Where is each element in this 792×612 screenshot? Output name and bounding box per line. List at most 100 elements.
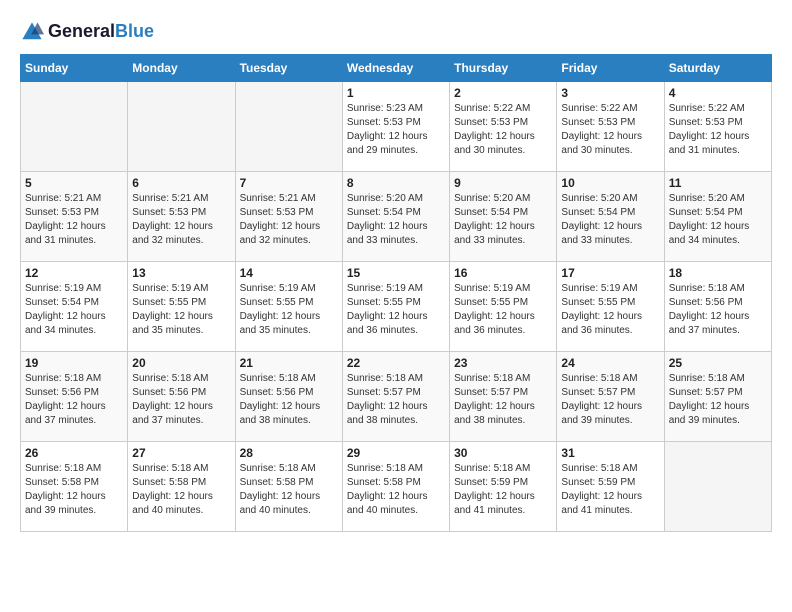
calendar-day-cell: 5 Sunrise: 5:21 AMSunset: 5:53 PMDaylight…	[21, 172, 128, 262]
day-number: 14	[240, 266, 338, 280]
day-number: 12	[25, 266, 123, 280]
day-info: Sunrise: 5:18 AMSunset: 5:59 PMDaylight:…	[454, 462, 552, 518]
day-info: Sunrise: 5:21 AMSunset: 5:53 PMDaylight:…	[132, 192, 230, 248]
calendar-day-cell: 17Sunrise: 5:19 AMSunset: 5:55 PMDayligh…	[557, 262, 664, 352]
day-info: Sunrise: 5:20 AMSunset: 5:54 PMDaylight:…	[347, 192, 445, 248]
day-info: Sunrise: 5:18 AMSunset: 5:57 PMDaylight:…	[454, 372, 552, 428]
calendar-week-row: 1Sunrise: 5:23 AMSunset: 5:53 PMDaylight…	[21, 82, 772, 172]
day-info: Sunrise: 5:18 AMSunset: 5:56 PMDaylight:…	[25, 372, 123, 428]
calendar-day-cell: 10 Sunrise: 5:20 AMSunset: 5:54 PMDayligh…	[557, 172, 664, 262]
calendar-day-cell: 7 Sunrise: 5:21 AMSunset: 5:53 PMDaylight…	[235, 172, 342, 262]
calendar-day-cell: 6 Sunrise: 5:21 AMSunset: 5:53 PMDaylight…	[128, 172, 235, 262]
calendar-day-header: Sunday	[21, 55, 128, 82]
day-info: Sunrise: 5:18 AMSunset: 5:56 PMDaylight:…	[240, 372, 338, 428]
day-number: 30	[454, 446, 552, 460]
calendar-day-cell: 25Sunrise: 5:18 AMSunset: 5:57 PMDayligh…	[664, 352, 771, 442]
calendar-day-cell: 12 Sunrise: 5:19 AMSunset: 5:54 PMDayligh…	[21, 262, 128, 352]
calendar-day-cell: 27 Sunrise: 5:18 AMSunset: 5:58 PMDayligh…	[128, 442, 235, 532]
day-info: Sunrise: 5:18 AMSunset: 5:58 PMDaylight:…	[132, 462, 230, 518]
day-number: 29	[347, 446, 445, 460]
day-info: Sunrise: 5:19 AMSunset: 5:55 PMDaylight:…	[240, 282, 338, 338]
day-number: 5	[25, 176, 123, 190]
day-info: Sunrise: 5:20 AMSunset: 5:54 PMDaylight:…	[669, 192, 767, 248]
calendar-day-cell: 14 Sunrise: 5:19 AMSunset: 5:55 PMDayligh…	[235, 262, 342, 352]
day-number: 27	[132, 446, 230, 460]
day-number: 6	[132, 176, 230, 190]
day-number: 28	[240, 446, 338, 460]
day-number: 25	[669, 356, 767, 370]
day-number: 9	[454, 176, 552, 190]
day-info: Sunrise: 5:18 AMSunset: 5:56 PMDaylight:…	[669, 282, 767, 338]
day-number: 26	[25, 446, 123, 460]
calendar-day-header: Friday	[557, 55, 664, 82]
calendar-day-cell	[128, 82, 235, 172]
day-info: Sunrise: 5:22 AMSunset: 5:53 PMDaylight:…	[454, 102, 552, 158]
calendar-week-row: 19 Sunrise: 5:18 AMSunset: 5:56 PMDayligh…	[21, 352, 772, 442]
calendar-day-cell: 29 Sunrise: 5:18 AMSunset: 5:58 PMDayligh…	[342, 442, 449, 532]
day-number: 13	[132, 266, 230, 280]
day-number: 19	[25, 356, 123, 370]
day-info: Sunrise: 5:18 AMSunset: 5:58 PMDaylight:…	[240, 462, 338, 518]
calendar-day-cell: 8 Sunrise: 5:20 AMSunset: 5:54 PMDaylight…	[342, 172, 449, 262]
day-info: Sunrise: 5:19 AMSunset: 5:55 PMDaylight:…	[561, 282, 659, 338]
calendar-day-cell: 19 Sunrise: 5:18 AMSunset: 5:56 PMDayligh…	[21, 352, 128, 442]
day-number: 2	[454, 86, 552, 100]
calendar-day-cell: 1Sunrise: 5:23 AMSunset: 5:53 PMDaylight…	[342, 82, 449, 172]
page-header: GeneralBlue	[20, 20, 772, 44]
day-info: Sunrise: 5:18 AMSunset: 5:56 PMDaylight:…	[132, 372, 230, 428]
day-number: 8	[347, 176, 445, 190]
calendar-day-cell: 2 Sunrise: 5:22 AMSunset: 5:53 PMDaylight…	[450, 82, 557, 172]
day-number: 11	[669, 176, 767, 190]
day-number: 22	[347, 356, 445, 370]
day-number: 20	[132, 356, 230, 370]
logo-icon	[20, 20, 44, 44]
calendar-day-cell: 9 Sunrise: 5:20 AMSunset: 5:54 PMDaylight…	[450, 172, 557, 262]
day-info: Sunrise: 5:19 AMSunset: 5:55 PMDaylight:…	[454, 282, 552, 338]
calendar-day-cell: 4 Sunrise: 5:22 AMSunset: 5:53 PMDaylight…	[664, 82, 771, 172]
calendar-day-cell	[664, 442, 771, 532]
calendar-day-cell: 21 Sunrise: 5:18 AMSunset: 5:56 PMDayligh…	[235, 352, 342, 442]
calendar-week-row: 12 Sunrise: 5:19 AMSunset: 5:54 PMDayligh…	[21, 262, 772, 352]
calendar-day-cell: 22 Sunrise: 5:18 AMSunset: 5:57 PMDayligh…	[342, 352, 449, 442]
day-info: Sunrise: 5:22 AMSunset: 5:53 PMDaylight:…	[669, 102, 767, 158]
calendar-table: SundayMondayTuesdayWednesdayThursdayFrid…	[20, 54, 772, 532]
calendar-day-header: Thursday	[450, 55, 557, 82]
calendar-day-cell: 28 Sunrise: 5:18 AMSunset: 5:58 PMDayligh…	[235, 442, 342, 532]
day-info: Sunrise: 5:20 AMSunset: 5:54 PMDaylight:…	[454, 192, 552, 248]
calendar-day-header: Monday	[128, 55, 235, 82]
day-info: Sunrise: 5:19 AMSunset: 5:55 PMDaylight:…	[132, 282, 230, 338]
calendar-day-header: Wednesday	[342, 55, 449, 82]
calendar-day-cell: 26Sunrise: 5:18 AMSunset: 5:58 PMDayligh…	[21, 442, 128, 532]
day-number: 15	[347, 266, 445, 280]
day-number: 10	[561, 176, 659, 190]
calendar-day-cell: 13 Sunrise: 5:19 AMSunset: 5:55 PMDayligh…	[128, 262, 235, 352]
day-number: 4	[669, 86, 767, 100]
day-number: 7	[240, 176, 338, 190]
day-info: Sunrise: 5:19 AMSunset: 5:55 PMDaylight:…	[347, 282, 445, 338]
day-info: Sunrise: 5:19 AMSunset: 5:54 PMDaylight:…	[25, 282, 123, 338]
calendar-week-row: 26 Sunrise: 5:18 AMSunset: 5:58 PMDayligh…	[21, 442, 772, 532]
day-number: 16	[454, 266, 552, 280]
day-info: Sunrise: 5:23 AMSunset: 5:53 PMDaylight:…	[347, 102, 445, 158]
day-number: 18	[669, 266, 767, 280]
day-info: Sunrise: 5:18 AMSunset: 5:59 PMDaylight:…	[561, 462, 659, 518]
calendar-day-cell	[21, 82, 128, 172]
calendar-day-cell: 24 Sunrise: 5:18 AMSunset: 5:57 PMDayligh…	[557, 352, 664, 442]
calendar-day-cell: 20 Sunrise: 5:18 AMSunset: 5:56 PMDayligh…	[128, 352, 235, 442]
day-info: Sunrise: 5:21 AMSunset: 5:53 PMDaylight:…	[240, 192, 338, 248]
day-info: Sunrise: 5:21 AMSunset: 5:53 PMDaylight:…	[25, 192, 123, 248]
calendar-day-cell: 15 Sunrise: 5:19 AMSunset: 5:55 PMDayligh…	[342, 262, 449, 352]
day-number: 23	[454, 356, 552, 370]
calendar-day-cell: 3Sunrise: 5:22 AMSunset: 5:53 PMDaylight…	[557, 82, 664, 172]
calendar-day-cell: 23 Sunrise: 5:18 AMSunset: 5:57 PMDayligh…	[450, 352, 557, 442]
day-number: 21	[240, 356, 338, 370]
day-info: Sunrise: 5:18 AMSunset: 5:58 PMDaylight:…	[347, 462, 445, 518]
logo: GeneralBlue	[20, 20, 154, 44]
calendar-header-row: SundayMondayTuesdayWednesdayThursdayFrid…	[21, 55, 772, 82]
day-info: Sunrise: 5:18 AMSunset: 5:57 PMDaylight:…	[347, 372, 445, 428]
day-info: Sunrise: 5:20 AMSunset: 5:54 PMDaylight:…	[561, 192, 659, 248]
calendar-day-header: Saturday	[664, 55, 771, 82]
day-number: 3	[561, 86, 659, 100]
day-number: 24	[561, 356, 659, 370]
day-info: Sunrise: 5:18 AMSunset: 5:57 PMDaylight:…	[561, 372, 659, 428]
